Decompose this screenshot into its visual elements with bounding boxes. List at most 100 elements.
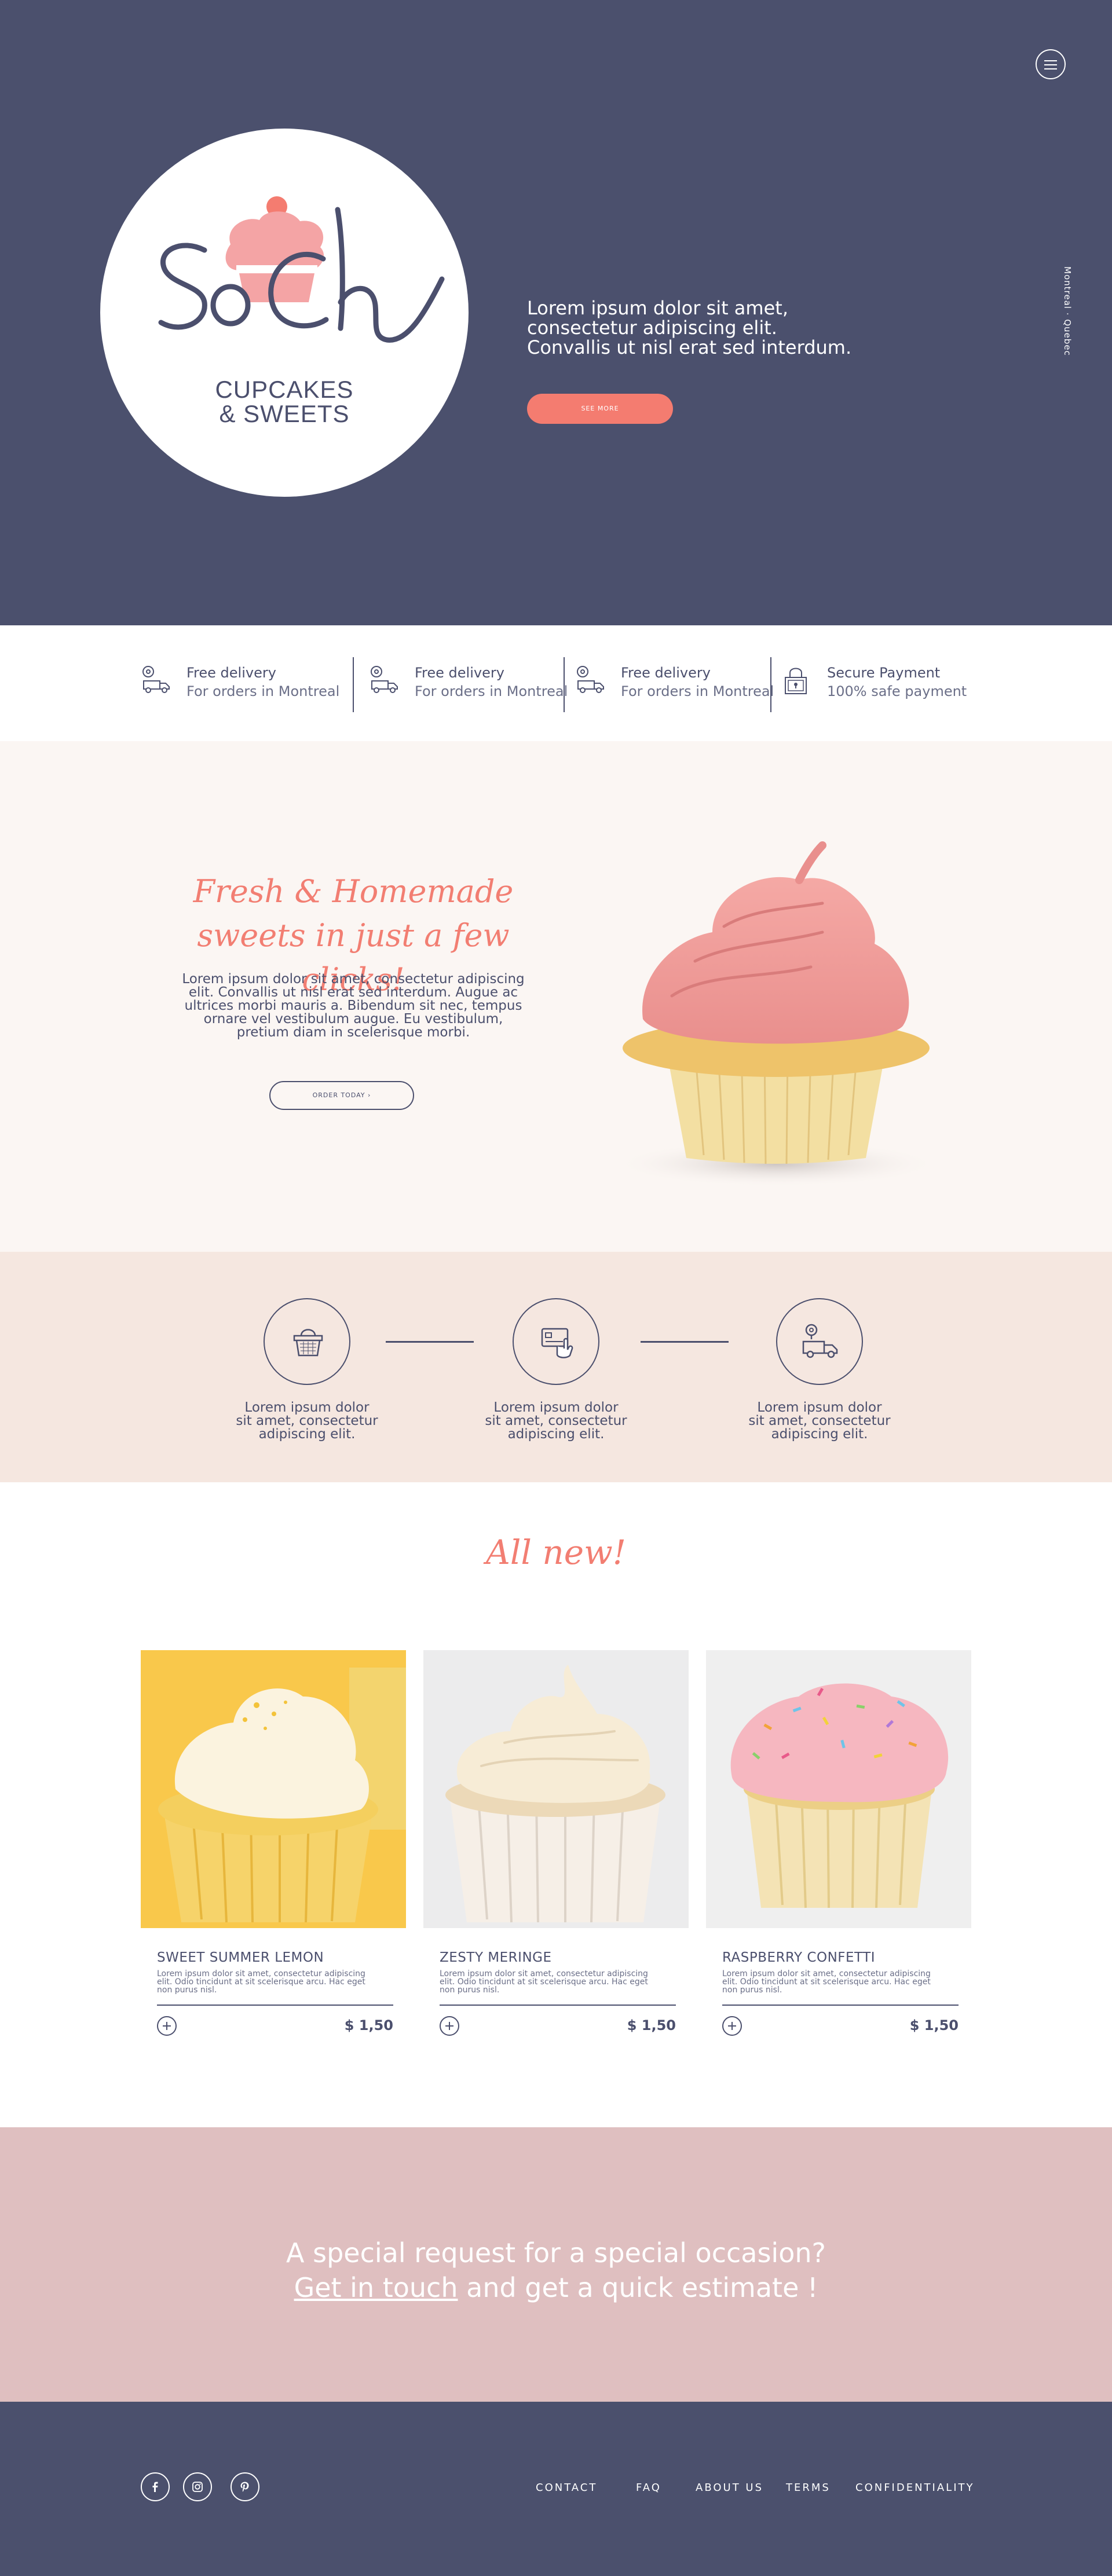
process-step-line: adipiscing elit. <box>771 1427 868 1442</box>
footer-nav-faq[interactable]: FAQ <box>636 2482 661 2494</box>
process-connector <box>641 1341 729 1343</box>
feature-item: Free delivery For orders in Montreal <box>367 659 576 705</box>
process-step-line: sit amet, consectetur <box>748 1413 891 1428</box>
feature-title: Free delivery <box>415 665 504 681</box>
logo-sub-line2: & SWEETS <box>219 400 350 427</box>
product-name: SWEET SUMMER LEMON <box>157 1950 324 1965</box>
process-step: Lorem ipsum dolor sit amet, consectetur … <box>738 1298 901 1472</box>
feature-item: Secure Payment 100% safe payment <box>780 659 988 705</box>
fresh-homemade-section: Fresh & Homemade sweets in just a few cl… <box>0 741 1112 1252</box>
product-desc-line: non purus nisl. <box>722 1985 782 1995</box>
features-strip: Free delivery For orders in Montreal Fre… <box>0 625 1112 741</box>
delivery-truck-icon <box>371 666 398 693</box>
special-request-subline: Get in touch and get a quick estimate ! <box>0 2272 1112 2303</box>
product-desc-line: non purus nisl. <box>157 1985 217 1995</box>
hamburger-menu-button[interactable] <box>1036 49 1066 79</box>
product-card[interactable]: ZESTY MERINGE Lorem ipsum dolor sit amet… <box>423 1650 689 2055</box>
product-card[interactable]: RASPBERRY CONFETTI Lorem ipsum dolor sit… <box>706 1650 971 2055</box>
product-description: Lorem ipsum dolor sit amet, consectetur … <box>722 1970 959 1994</box>
process-step-circle <box>776 1298 863 1385</box>
footer: CONTACT FAQ ABOUT US TERMS CONFIDENTIALI… <box>0 2402 1112 2576</box>
hamburger-icon-line <box>1044 68 1057 69</box>
all-new-section: All new! SWEET SUMMER LEMON Lorem ipsum … <box>0 1483 1112 2127</box>
see-more-button[interactable]: SEE MORE <box>527 394 673 424</box>
process-step: Lorem ipsum dolor sit amet, consectetur … <box>475 1298 637 1472</box>
product-desc-line: elit. Odio tincidunt at sit scelerisque … <box>440 1977 648 1987</box>
process-step: Lorem ipsum dolor sit amet, consectetur … <box>226 1298 388 1472</box>
instagram-icon <box>192 2482 203 2492</box>
get-in-touch-link[interactable]: Get in touch <box>294 2272 458 2303</box>
product-description: Lorem ipsum dolor sit amet, consectetur … <box>440 1970 676 1994</box>
hero-section: Montreal · Quebec CUPCAKES & SWEETS Lore… <box>0 0 1112 625</box>
cupcake-logo-icon <box>158 196 445 343</box>
product-name: RASPBERRY CONFETTI <box>722 1950 876 1965</box>
process-step-line: Lorem ipsum dolor <box>493 1400 619 1415</box>
process-connector <box>386 1341 474 1343</box>
fresh-body-line: pretium diam in scelerisque morbi. <box>236 1025 470 1040</box>
raspberry-confetti-cupcake-image <box>706 1650 971 1928</box>
order-today-button[interactable]: ORDER TODAY › <box>269 1081 414 1110</box>
footer-nav-terms[interactable]: TERMS <box>786 2482 831 2494</box>
product-divider <box>157 2005 393 2006</box>
special-request-heading: A special request for a special occasion… <box>286 2237 826 2269</box>
feature-item: Free delivery For orders in Montreal <box>573 659 782 705</box>
delivery-truck-icon <box>802 1324 838 1358</box>
fresh-body-line: ornare vel vestibulum augue. Eu vestibul… <box>203 1012 503 1027</box>
hero-tagline-line2: consectetur adipiscing elit. <box>527 317 777 339</box>
product-desc-line: non purus nisl. <box>440 1985 500 1995</box>
pinterest-button[interactable] <box>231 2472 259 2501</box>
product-desc-line: elit. Odio tincidunt at sit scelerisque … <box>722 1977 931 1987</box>
hero-tagline: Lorem ipsum dolor sit amet, consectetur … <box>527 298 898 357</box>
all-new-title: All new! <box>485 1533 627 1572</box>
special-request-rest: and get a quick estimate ! <box>458 2272 818 2303</box>
process-step-line: Lorem ipsum dolor <box>244 1400 370 1415</box>
feature-title: Secure Payment <box>827 665 941 681</box>
fresh-body: Lorem ipsum dolor sit amet, consectetur … <box>162 973 544 1039</box>
basket-icon <box>293 1329 323 1357</box>
delivery-truck-icon <box>142 666 170 693</box>
product-desc-line: Lorem ipsum dolor sit amet, consectetur … <box>722 1969 931 1978</box>
feature-title: Free delivery <box>186 665 276 681</box>
process-section: Lorem ipsum dolor sit amet, consectetur … <box>0 1252 1112 1482</box>
footer-nav-about-us[interactable]: ABOUT US <box>696 2482 763 2494</box>
process-step-line: Lorem ipsum dolor <box>757 1400 882 1415</box>
lemon-cupcake-image <box>141 1650 406 1928</box>
product-divider <box>440 2005 676 2006</box>
product-price: $ 1,50 <box>627 2017 676 2033</box>
feature-divider <box>564 657 565 712</box>
instagram-button[interactable] <box>183 2472 212 2501</box>
location-label: Montreal · Quebec <box>1062 266 1073 356</box>
pinterest-icon <box>240 2482 249 2492</box>
process-step-text: Lorem ipsum dolor sit amet, consectetur … <box>475 1401 637 1441</box>
process-step-line: sit amet, consectetur <box>236 1413 378 1428</box>
brand-logo: CUPCAKES & SWEETS <box>100 129 469 497</box>
add-to-cart-icon[interactable] <box>722 2016 742 2036</box>
process-step-line: adipiscing elit. <box>258 1427 356 1442</box>
hero-tagline-line1: Lorem ipsum dolor sit amet, <box>527 297 788 319</box>
add-to-cart-icon[interactable] <box>157 2016 177 2036</box>
special-request-section: A special request for a special occasion… <box>0 2127 1112 2402</box>
pink-cupcake-image <box>614 841 938 1187</box>
footer-nav-contact[interactable]: CONTACT <box>536 2482 597 2494</box>
product-description: Lorem ipsum dolor sit amet, consectetur … <box>157 1970 393 1994</box>
logo-sub-line1: CUPCAKES <box>215 376 354 403</box>
feature-divider <box>353 657 354 712</box>
product-name: ZESTY MERINGE <box>440 1950 552 1965</box>
product-desc-line: Lorem ipsum dolor sit amet, consectetur … <box>440 1969 648 1978</box>
logo-subtitle: CUPCAKES & SWEETS <box>100 378 469 426</box>
feature-subtitle: For orders in Montreal <box>621 683 774 699</box>
add-to-cart-icon[interactable] <box>440 2016 459 2036</box>
product-desc-line: elit. Odio tincidunt at sit scelerisque … <box>157 1977 365 1987</box>
facebook-button[interactable] <box>141 2472 170 2501</box>
product-card[interactable]: SWEET SUMMER LEMON Lorem ipsum dolor sit… <box>141 1650 406 2055</box>
feature-item: Free delivery For orders in Montreal <box>139 659 348 705</box>
process-step-line: sit amet, consectetur <box>485 1413 627 1428</box>
feature-subtitle: For orders in Montreal <box>186 683 340 699</box>
hamburger-icon <box>1044 60 1057 61</box>
fresh-body-line: elit. Convallis ut nisl erat sed interdu… <box>188 985 518 1000</box>
footer-nav-confidentiality[interactable]: CONFIDENTIALITY <box>855 2482 975 2494</box>
fresh-body-line: ultrices morbi mauris a. Bibendum sit ne… <box>184 998 522 1013</box>
feature-subtitle: 100% safe payment <box>827 683 967 699</box>
feature-subtitle: For orders in Montreal <box>415 683 568 699</box>
feature-title: Free delivery <box>621 665 711 681</box>
